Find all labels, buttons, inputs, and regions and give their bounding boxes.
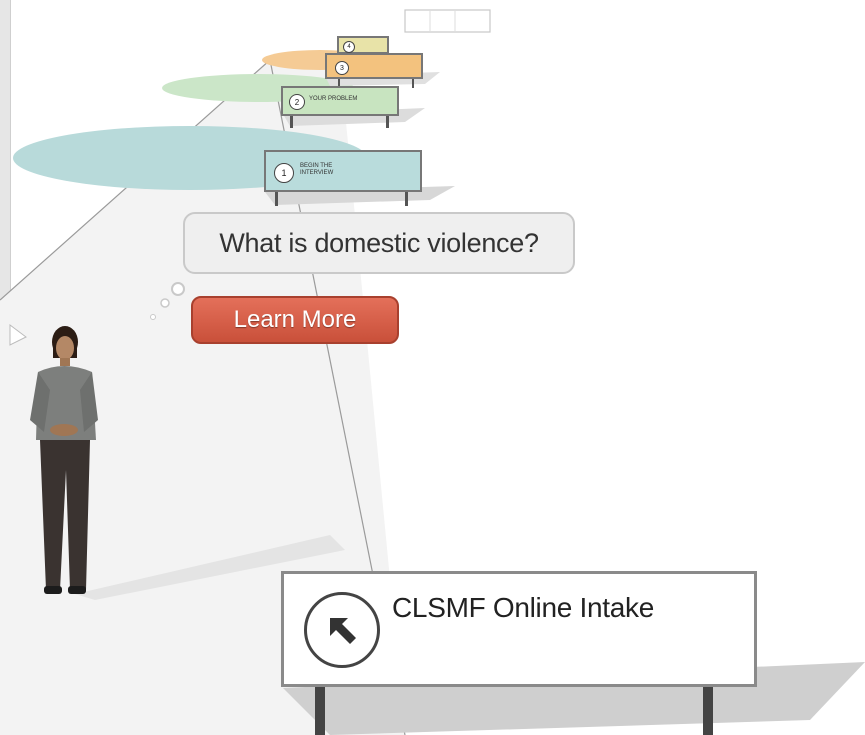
learn-more-button[interactable]: Learn More <box>191 296 399 344</box>
path-sign-number: 4 <box>343 41 355 53</box>
path-sign-3[interactable]: 3 <box>325 53 423 79</box>
question-bubble: What is domestic violence? <box>183 212 575 274</box>
path-sign-label: BEGIN THE INTERVIEW <box>300 163 334 176</box>
path-sign-number: 3 <box>335 61 349 75</box>
path-sign-1[interactable]: 1 BEGIN THE INTERVIEW <box>264 150 422 192</box>
intake-sign-title: CLSMF Online Intake <box>392 592 654 623</box>
path-sign-label: YOUR PROBLEM <box>309 96 358 102</box>
arrow-up-left-icon[interactable] <box>304 592 380 668</box>
path-sign-number: 1 <box>274 163 294 183</box>
far-sign <box>404 9 491 33</box>
path-sign-4[interactable]: 4 <box>337 36 389 54</box>
intake-scene: 4 3 2 YOUR PROBLEM 1 BEGIN THE INTERVIEW… <box>0 0 865 735</box>
path-sign-2[interactable]: 2 YOUR PROBLEM <box>281 86 399 116</box>
intake-sign[interactable]: CLSMF Online Intake <box>281 571 757 687</box>
path-sign-number: 2 <box>289 94 305 110</box>
